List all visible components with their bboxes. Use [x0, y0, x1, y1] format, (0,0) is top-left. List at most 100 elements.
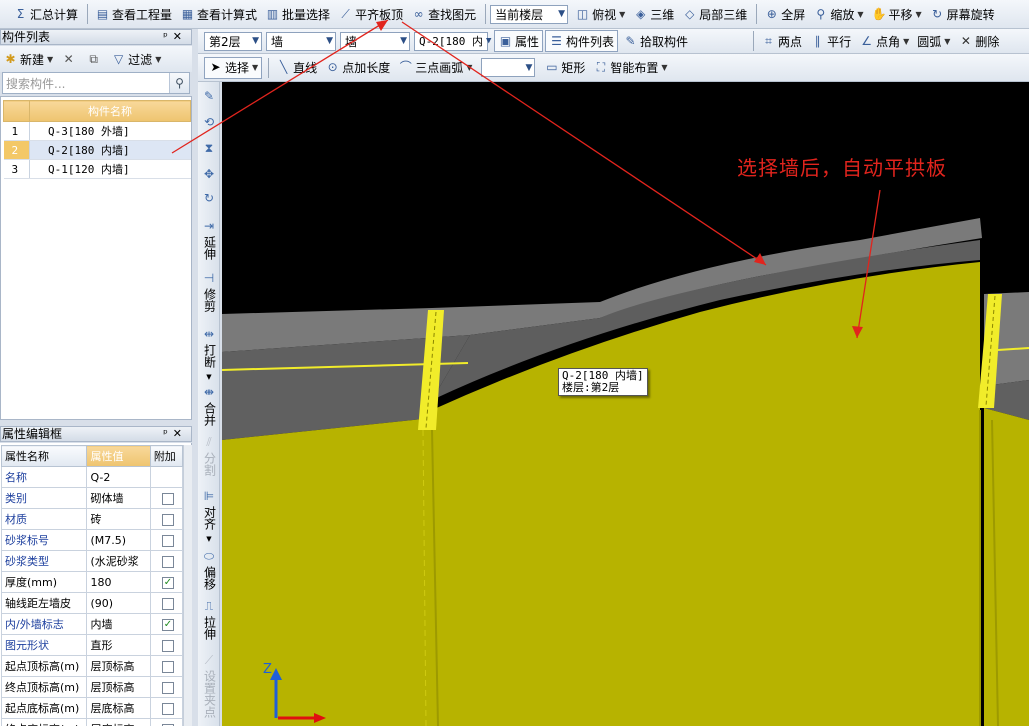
three-d-button[interactable]: ◈ 三维 [630, 3, 677, 25]
table-row-selected[interactable]: 2 Q-2[180 内墙] [3, 140, 191, 160]
extend-button[interactable]: ⇥ 延伸 [198, 220, 220, 263]
property-value[interactable]: 砖 [86, 508, 151, 530]
merge-button[interactable]: ⇼ 合并 [198, 386, 220, 429]
align-button[interactable]: ⊫ 对齐 ▼ [198, 490, 220, 546]
component-select[interactable]: Q-2[180 内 ▼ [414, 31, 491, 51]
pick-component-button[interactable]: ✎ 拾取构件 [620, 30, 691, 52]
new-component-button[interactable]: ✱ 新建 ▼ [0, 48, 56, 70]
rotate-button[interactable]: ↻ [198, 192, 220, 208]
checkbox[interactable] [161, 555, 174, 568]
checkbox[interactable] [161, 702, 174, 715]
property-row[interactable]: 类别 砌体墙 [0, 487, 184, 509]
checkbox[interactable] [161, 534, 174, 547]
checkbox[interactable] [161, 597, 174, 610]
split-button[interactable]: ⫽ 分割 [198, 436, 220, 479]
find-element-button[interactable]: ∞ 查找图元 [408, 3, 479, 25]
property-value[interactable]: 层顶标高 [86, 655, 151, 677]
view-project-button[interactable]: ▤ 查看工程量 [92, 3, 175, 25]
property-value[interactable]: (M7.5) [86, 529, 151, 551]
property-row[interactable]: 起点顶标高(m) 层顶标高 [0, 655, 184, 677]
property-value[interactable]: 180 [86, 571, 151, 593]
property-row[interactable]: 厚度(mm) 180 ✓ [0, 571, 184, 593]
property-row[interactable]: 终点底标高(m)层底标高 [0, 718, 184, 726]
delete-component-button[interactable]: ✕ [58, 48, 81, 70]
checkbox[interactable] [161, 492, 174, 505]
search-input[interactable]: 搜索构件... [3, 75, 169, 92]
panel-pin-close-icons[interactable]: ᵖ✕ [163, 30, 191, 44]
property-row[interactable]: 起点底标高(m) 层底标高 [0, 697, 184, 719]
top-view-button[interactable]: ◫ 俯视 ▼ [572, 3, 628, 25]
filter-button[interactable]: ▽ 过滤 ▼ [108, 48, 164, 70]
property-value[interactable]: 直形 [86, 634, 151, 656]
checkbox[interactable] [161, 660, 174, 673]
property-row[interactable]: 轴线距左墙皮 (90) [0, 592, 184, 614]
checkbox-checked[interactable]: ✓ [161, 618, 174, 631]
table-row[interactable]: 1 Q-3[180 外墙] [3, 121, 191, 141]
select-button[interactable]: ➤ 选择 ▼ [204, 56, 263, 79]
move-button[interactable]: ✥ [198, 168, 220, 184]
offset-button[interactable]: ⬭ 偏移 [198, 550, 220, 593]
rectangle-button[interactable]: ▭ 矩形 [541, 57, 588, 79]
type-select[interactable]: 墙 ▼ [340, 31, 410, 51]
point-length-button[interactable]: ⊙ 点加长度 [322, 57, 393, 79]
property-row[interactable]: 终点顶标高(m) 层顶标高 [0, 676, 184, 698]
floor-select[interactable]: 第2层 ▼ [204, 31, 262, 51]
floor-scope-select[interactable]: 当前楼层 ▼ [490, 4, 569, 24]
property-row[interactable]: 砂浆类型 (水泥砂浆 [0, 550, 184, 572]
property-extra-header: 附加 [149, 445, 184, 467]
properties-button[interactable]: ▣ 属性 [494, 30, 544, 52]
break-button[interactable]: ⇹ 打断 ▼ [198, 328, 220, 384]
property-row[interactable]: 材质砖 [0, 508, 184, 530]
batch-select-button[interactable]: ▥ 批量选择 [262, 3, 333, 25]
property-value[interactable]: 层底标高 [86, 718, 151, 726]
property-value[interactable]: 层底标高 [86, 697, 151, 719]
fullscreen-button[interactable]: ⊕ 全屏 [761, 3, 808, 25]
table-row[interactable]: 3 Q-1[120 内墙] [3, 159, 191, 179]
view-formula-button[interactable]: ▦ 查看计算式 [177, 3, 260, 25]
smart-layout-button[interactable]: ⛶ 智能布置 ▼ [590, 57, 670, 79]
trim-button[interactable]: ⊣ 修剪 [198, 272, 220, 315]
pen-tool-button[interactable]: ✎ [198, 90, 220, 106]
property-value[interactable]: 层顶标高 [86, 676, 151, 698]
point-angle-button[interactable]: ∠ 点角 ▼ [856, 30, 912, 52]
search-icon[interactable]: ⚲ [169, 73, 189, 93]
toolbar-separator [753, 31, 755, 51]
three-point-arc-button[interactable]: ⌒ 三点画弧 ▼ [395, 57, 475, 79]
property-value[interactable]: (水泥砂浆 [86, 550, 151, 572]
property-value[interactable]: Q-2 [86, 466, 151, 488]
panel-pin-close-icons[interactable]: ᵖ✕ [163, 427, 191, 441]
zoom-button[interactable]: ⚲ 缩放 ▼ [810, 3, 866, 25]
line-button[interactable]: ╲ 直线 [273, 57, 320, 79]
category-select[interactable]: 墙 ▼ [266, 31, 336, 51]
stretch-button[interactable]: ⎍ 拉伸 [198, 600, 220, 643]
property-row[interactable]: 内/外墙标志 内墙 ✓ [0, 613, 184, 635]
chevron-down-icon: ▼ [326, 36, 333, 46]
delete-button[interactable]: ✕ 删除 [955, 30, 1002, 52]
property-row[interactable]: 名称 Q-2 [0, 466, 184, 488]
set-arch-button[interactable]: ⟋ 设置夹点 [198, 654, 220, 721]
summary-button[interactable]: Σ 汇总计算 [10, 3, 81, 25]
index-header [3, 100, 30, 122]
pan-button[interactable]: ✋ 平移 ▼ [868, 3, 924, 25]
checkbox[interactable] [161, 681, 174, 694]
property-row[interactable]: 图元形状 直形 [0, 634, 184, 656]
checkbox[interactable] [161, 639, 174, 652]
arc-button[interactable]: 圆弧 ▼ [914, 30, 953, 52]
align-top-button[interactable]: ⟋ 平齐板顶 [335, 3, 406, 25]
parallel-button[interactable]: ∥ 平行 [807, 30, 854, 52]
property-value[interactable]: 砌体墙 [86, 487, 151, 509]
property-scrollbar[interactable] [183, 445, 192, 726]
checkbox-checked[interactable]: ✓ [161, 576, 174, 589]
partial-3d-button[interactable]: ◇ 局部三维 [679, 3, 750, 25]
property-value[interactable]: 内墙 [86, 613, 151, 635]
screen-rotate-button[interactable]: ↻ 屏幕旋转 [927, 3, 998, 25]
property-value[interactable]: (90) [86, 592, 151, 614]
mirror-button[interactable]: ⧗ [198, 142, 220, 158]
two-points-button[interactable]: ⌗ 两点 [758, 30, 805, 52]
arc-option-select[interactable]: ▼ [481, 58, 536, 77]
component-list-button[interactable]: ☰ 构件列表 [545, 30, 619, 52]
checkbox[interactable] [161, 513, 174, 526]
rotate-copy-button[interactable]: ⟲ [198, 116, 220, 132]
copy-component-button[interactable]: ⧉ [83, 48, 106, 70]
property-row[interactable]: 砂浆标号 (M7.5) [0, 529, 184, 551]
